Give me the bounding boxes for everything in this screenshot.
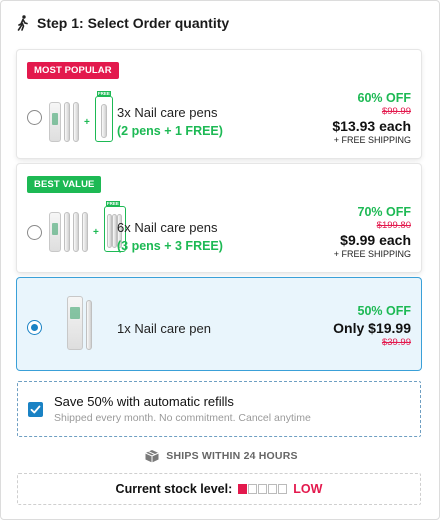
price-block: 70% OFF $199.80 $9.99 each + FREE SHIPPI… [334, 204, 411, 260]
product-image: + FREE [49, 91, 113, 142]
stock-meter-cell [268, 484, 278, 494]
option-subtitle: (2 pens + 1 FREE) [117, 124, 223, 138]
auto-refill-option[interactable]: Save 50% with automatic refills Shipped … [17, 381, 421, 437]
stock-meter-cell [248, 484, 258, 494]
product-image [67, 296, 92, 350]
stock-meter-cell [258, 484, 268, 494]
checkmark-icon [30, 405, 41, 414]
stock-meter-cell [278, 484, 288, 494]
package-box-icon [145, 450, 160, 463]
option-title: 3x Nail care pens (2 pens + 1 FREE) [117, 105, 223, 138]
step-title-text: Step 1: Select Order quantity [37, 15, 230, 31]
option-radio-selected[interactable] [27, 320, 42, 335]
unit-price: Only $19.99 [333, 320, 411, 336]
order-quantity-panel: Step 1: Select Order quantity MOST POPUL… [0, 0, 440, 520]
option-title: 1x Nail care pen [117, 321, 211, 336]
old-price: $199.80 [376, 220, 411, 231]
shipping-notice-text: SHIPS WITHIN 24 HOURS [166, 450, 298, 462]
stock-meter [238, 484, 288, 494]
price-block: 50% OFF Only $19.99 $39.99 [333, 303, 411, 348]
stock-level-value: LOW [293, 482, 323, 496]
walking-person-icon [17, 15, 28, 31]
unit-price: $13.93 each [332, 118, 411, 134]
option-card-1-pen[interactable]: 1x Nail care pen 50% OFF Only $19.99 $39… [17, 278, 421, 370]
old-price: $99.99 [381, 106, 411, 117]
step-title: Step 1: Select Order quantity [17, 13, 229, 33]
price-block: 60% OFF $99.99 $13.93 each + FREE SHIPPI… [332, 90, 411, 146]
option-card-3-pens[interactable]: MOST POPULAR + FREE 3x Nail care pens (2… [17, 50, 421, 158]
option-card-6-pens[interactable]: BEST VALUE + FREE 6x Nail care pens (3 p… [17, 164, 421, 272]
discount-label: 70% OFF [357, 205, 412, 219]
stock-level: Current stock level: LOW [17, 473, 421, 505]
product-image: + FREE [49, 201, 126, 252]
free-shipping-label: + FREE SHIPPING [333, 249, 411, 259]
option-title: 6x Nail care pens (3 pens + 3 FREE) [117, 220, 223, 253]
refill-title: Save 50% with automatic refills [54, 394, 234, 409]
option-radio[interactable] [27, 110, 42, 125]
most-popular-badge: MOST POPULAR [27, 62, 119, 79]
best-value-badge: BEST VALUE [27, 176, 102, 193]
stock-meter-cell [238, 484, 248, 494]
option-subtitle: (3 pens + 3 FREE) [117, 239, 223, 253]
old-price: $39.99 [381, 337, 411, 348]
option-radio[interactable] [27, 225, 42, 240]
discount-label: 50% OFF [357, 304, 412, 318]
discount-label: 60% OFF [357, 91, 412, 105]
free-shipping-label: + FREE SHIPPING [333, 135, 411, 145]
refill-checkbox[interactable] [28, 402, 43, 417]
refill-subtitle: Shipped every month. No commitment. Canc… [54, 412, 311, 424]
unit-price: $9.99 each [340, 232, 411, 248]
shipping-notice: SHIPS WITHIN 24 HOURS [1, 449, 440, 463]
stock-level-label: Current stock level: [115, 482, 233, 496]
